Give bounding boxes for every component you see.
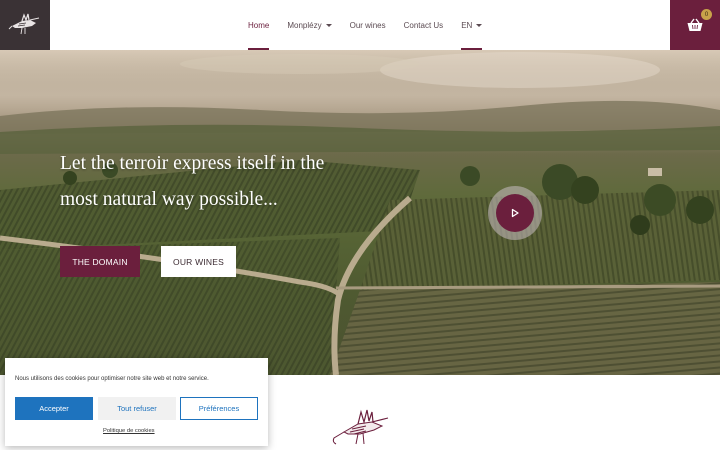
cookie-policy-link[interactable]: Politique de cookies (103, 428, 155, 434)
nav-our-wines[interactable]: Our wines (350, 0, 386, 50)
accept-cookies-button[interactable]: Accepter (15, 397, 93, 420)
cookie-preferences-button[interactable]: Préférences (180, 397, 258, 420)
chevron-down-icon (325, 23, 332, 27)
hero-section: Let the terroir express itself in the mo… (0, 50, 720, 375)
play-icon (511, 208, 519, 218)
chevron-down-icon (476, 23, 483, 27)
logo[interactable] (0, 0, 50, 50)
cart-button[interactable]: 0 (670, 0, 720, 50)
the-domain-button[interactable]: THE DOMAIN (60, 246, 140, 277)
hero-title: Let the terroir express itself in the mo… (60, 146, 380, 218)
site-header: Home Monplézy Our wines Contact Us EN 0 (0, 0, 720, 50)
video-play-button[interactable] (488, 186, 542, 240)
cart-count-badge: 0 (701, 9, 712, 20)
language-label: EN (461, 20, 473, 30)
nav-monplezy-label: Monplézy (287, 20, 322, 30)
nav-monplezy[interactable]: Monplézy (287, 0, 332, 50)
nav-our-wines-label: Our wines (349, 20, 386, 30)
hoopoe-logo-icon (8, 13, 40, 35)
cookie-message: Nous utilisons des cookies pour optimise… (15, 376, 209, 382)
play-button-inner (496, 194, 534, 232)
nav-contact-us-label: Contact Us (403, 20, 444, 30)
hero-title-line-2: most natural way possible... (60, 189, 278, 210)
refuse-cookies-button[interactable]: Tout refuser (98, 397, 176, 420)
nav-home-label: Home (248, 20, 270, 30)
our-wines-button[interactable]: OUR WINES (161, 246, 236, 277)
hoopoe-illustration-icon (332, 409, 389, 445)
main-nav: Home Monplézy Our wines Contact Us EN (248, 0, 500, 50)
cookie-consent-banner: Nous utilisons des cookies pour optimise… (5, 358, 268, 446)
nav-home[interactable]: Home (248, 0, 270, 50)
language-switcher[interactable]: EN (461, 0, 483, 50)
hero-title-line-1: Let the terroir express itself in the (60, 153, 325, 174)
basket-icon (687, 18, 703, 31)
nav-contact-us[interactable]: Contact Us (404, 0, 444, 50)
